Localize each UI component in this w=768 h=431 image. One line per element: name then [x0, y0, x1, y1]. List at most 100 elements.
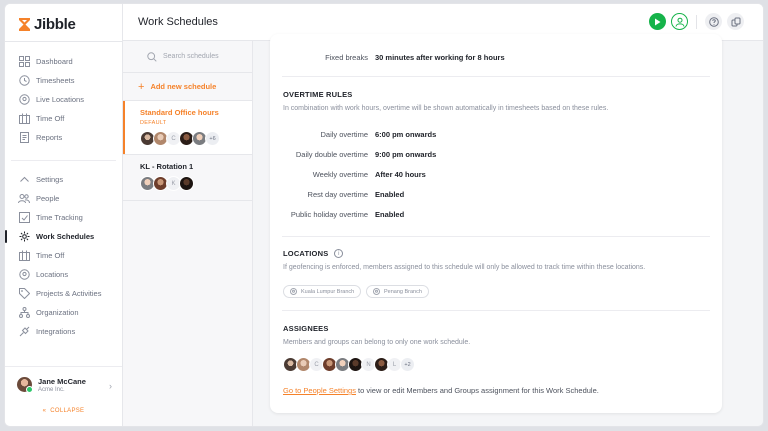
add-new-schedule-button[interactable]: + Add new schedule — [123, 73, 252, 101]
schedule-avatars: C +6 — [140, 130, 252, 147]
sidebar-item-label: People — [36, 194, 60, 203]
overtime-rule-row: Weekly overtime After 40 hours — [270, 170, 426, 179]
location-chip[interactable]: Kuala Lumpur Branch — [283, 285, 362, 298]
overtime-rule-row: Daily overtime 6:00 pm onwards — [270, 130, 436, 139]
sidebar-item-settings[interactable]: Settings — [5, 170, 122, 189]
tag-icon — [18, 288, 30, 300]
work-schedules-icon — [18, 231, 30, 243]
time-off-icon — [18, 113, 30, 125]
rule-label: Public holiday overtime — [290, 210, 368, 219]
app-window: Jibble Dashboard Timesheets Live Locatio… — [4, 3, 764, 427]
schedule-item-kl-rotation-1[interactable]: KL - Rotation 1 K — [123, 155, 252, 201]
sidebar-item-label: Locations — [36, 270, 69, 279]
schedules-panel: Search schedules + Add new schedule Stan… — [123, 41, 253, 426]
sidebar-item-work-schedules[interactable]: Work Schedules — [5, 227, 122, 246]
schedule-item-standard-office-hours[interactable]: Standard Office hours DEFAULT C +6 — [123, 101, 252, 155]
time-tracking-icon — [18, 212, 30, 224]
avatar — [179, 176, 194, 191]
dashboard-icon — [18, 56, 30, 68]
sidebar-item-label: Time Off — [36, 114, 65, 123]
search-input[interactable]: Search schedules — [163, 53, 219, 60]
sidebar-item-settings-time-off[interactable]: Time Off — [5, 246, 122, 265]
schedule-name: Standard Office hours — [140, 108, 219, 117]
chevron-right-icon: › — [109, 381, 112, 391]
person-icon — [675, 17, 684, 27]
chevron-up-icon — [18, 174, 30, 186]
sidebar-item-label: Integrations — [36, 327, 76, 336]
sidebar-item-label: Work Schedules — [36, 232, 95, 241]
integrations-icon — [18, 326, 30, 338]
overtime-rule-row: Daily double overtime 9:00 pm onwards — [270, 150, 436, 159]
sidebar-item-timesheets[interactable]: Timesheets — [5, 71, 122, 90]
sidebar-item-projects-activities[interactable]: Projects & Activities — [5, 284, 122, 303]
sidebar-item-reports[interactable]: Reports — [5, 128, 122, 147]
more-avatars-count: +6 — [205, 131, 220, 146]
apps-button[interactable] — [727, 13, 744, 30]
rule-value: Enabled — [375, 190, 405, 199]
search-schedules[interactable]: Search schedules — [123, 41, 252, 73]
user-profile[interactable]: Jane McCane Acme Inc. › — [5, 366, 122, 402]
timesheets-icon — [18, 75, 30, 87]
location-pin-icon — [18, 269, 30, 281]
rule-label: Weekly overtime — [312, 170, 368, 179]
sidebar-item-integrations[interactable]: Integrations — [5, 322, 122, 341]
section-title-text: ASSIGNEES — [283, 324, 329, 333]
sidebar-item-time-off[interactable]: Time Off — [5, 109, 122, 128]
search-icon — [147, 51, 157, 62]
fixed-breaks-row: Fixed breaks 30 minutes after working fo… — [270, 53, 505, 62]
jibble-logo-icon — [19, 17, 30, 31]
rule-value: After 40 hours — [375, 170, 426, 179]
rule-label: Rest day overtime — [307, 190, 368, 199]
rule-label: Daily overtime — [320, 130, 368, 139]
people-settings-note: Go to People Settings to view or edit Me… — [283, 386, 599, 395]
section-title-text: OVERTIME RULES — [283, 90, 353, 99]
rule-value: 9:00 pm onwards — [375, 150, 437, 159]
people-settings-link[interactable]: Go to People Settings — [283, 386, 356, 395]
overtime-rules-title: OVERTIME RULES — [283, 90, 352, 99]
info-icon[interactable]: i — [334, 249, 344, 258]
fixed-breaks-value: 30 minutes after working for 8 hours — [375, 53, 505, 62]
jibble-logo[interactable]: Jibble — [18, 13, 76, 35]
double-chevron-left-icon: « — [42, 408, 47, 414]
sidebar-item-label: Live Locations — [36, 95, 84, 104]
collapse-label: COLLAPSE — [50, 408, 85, 414]
plus-icon: + — [138, 80, 145, 93]
sidebar-item-people[interactable]: People — [5, 189, 122, 208]
sidebar-item-label: Settings — [36, 175, 64, 184]
add-schedule-label: Add new schedule — [150, 82, 217, 91]
sidebar: Jibble Dashboard Timesheets Live Locatio… — [5, 4, 123, 426]
user-name: Jane McCane — [38, 376, 86, 386]
page-title: Work Schedules — [138, 16, 218, 28]
people-icon — [18, 193, 30, 205]
assignees-title: ASSIGNEES — [283, 324, 329, 333]
sidebar-item-locations[interactable]: Locations — [5, 265, 122, 284]
clock-in-button[interactable] — [649, 13, 666, 30]
time-off-icon — [18, 250, 30, 262]
rule-value: 6:00 pm onwards — [375, 130, 437, 139]
default-badge: DEFAULT — [140, 120, 167, 126]
rule-value: Enabled — [375, 210, 405, 219]
sidebar-item-organization[interactable]: Organization — [5, 303, 122, 322]
schedule-name: KL - Rotation 1 — [140, 162, 194, 171]
avatar — [17, 377, 33, 393]
sidebar-item-dashboard[interactable]: Dashboard — [5, 52, 122, 71]
reports-icon — [18, 132, 30, 144]
member-clock-button[interactable] — [671, 13, 688, 30]
sidebar-item-time-tracking[interactable]: Time Tracking — [5, 208, 122, 227]
help-button[interactable] — [705, 13, 722, 30]
location-chip[interactable]: Penang Branch — [366, 285, 429, 298]
chip-label: Penang Branch — [384, 288, 422, 295]
locations-description: If geofencing is enforced, members assig… — [283, 264, 646, 271]
sidebar-item-label: Time Tracking — [36, 213, 83, 222]
more-avatars-count: +2 — [400, 357, 415, 372]
chip-label: Kuala Lumpur Branch — [301, 288, 355, 295]
apps-icon — [731, 17, 740, 26]
overtime-rule-row: Public holiday overtime Enabled — [270, 210, 404, 219]
sidebar-item-label: Projects & Activities — [36, 289, 102, 298]
collapse-button[interactable]: « COLLAPSE — [5, 408, 122, 414]
section-title-text: LOCATIONS — [283, 249, 329, 258]
sidebar-item-label: Organization — [36, 308, 79, 317]
sidebar-item-live-locations[interactable]: Live Locations — [5, 90, 122, 109]
location-pin-icon — [18, 94, 30, 106]
sidebar-item-label: Timesheets — [36, 76, 75, 85]
